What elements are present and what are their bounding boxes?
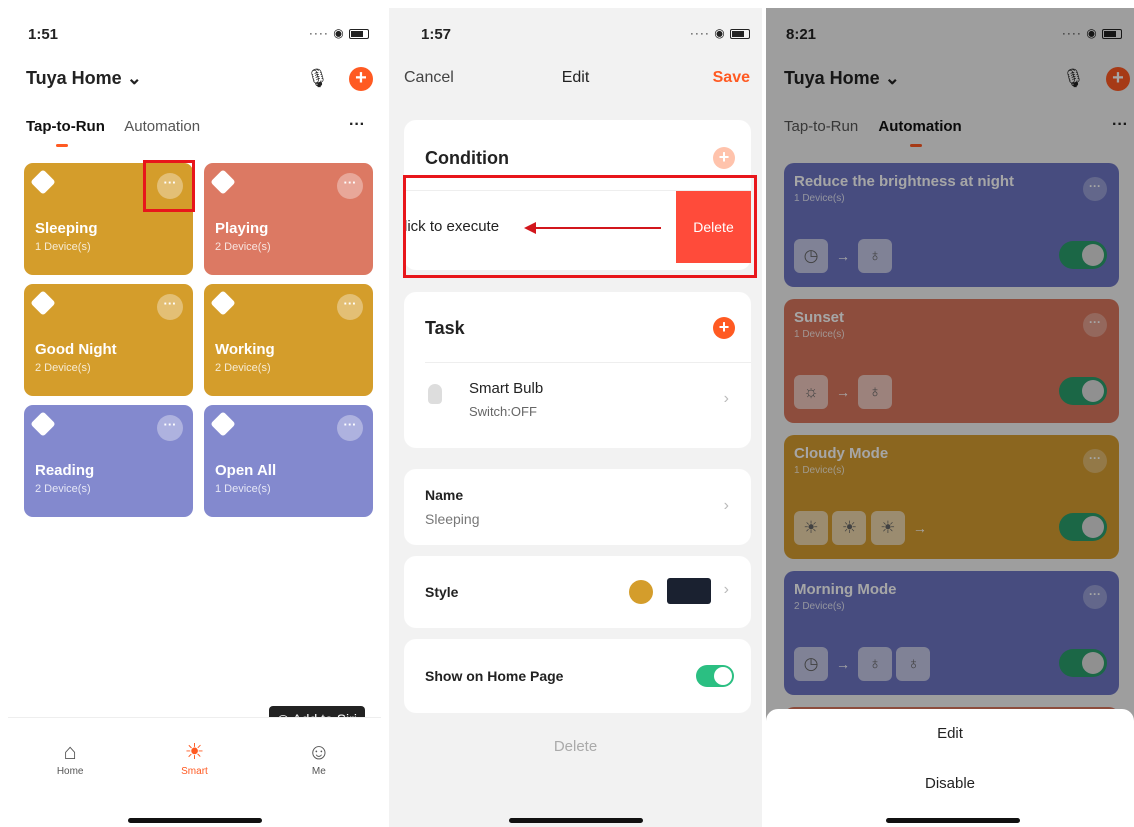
- device-state: Switch:OFF: [469, 404, 537, 419]
- scene-name: Playing: [215, 220, 269, 237]
- tab-tap-to-run[interactable]: Tap-to-Run: [26, 118, 105, 135]
- task-title: Task: [425, 318, 465, 338]
- delete-scene-button[interactable]: Delete: [389, 738, 762, 755]
- scene-name: Working: [215, 341, 275, 358]
- home-selector[interactable]: Tuya Home ⌄: [26, 68, 142, 89]
- show-home-label: Show on Home Page: [425, 668, 564, 684]
- scene-card-open-all[interactable]: ··· Open All 1 Device(s): [204, 405, 373, 517]
- scene-name: Sleeping: [35, 220, 98, 237]
- bottom-nav: ⌂ Home ☀ Smart ☺ Me: [8, 717, 381, 797]
- name-label: Name: [425, 487, 464, 503]
- name-row[interactable]: Name Sleeping ›: [404, 469, 751, 545]
- highlight-box: [403, 175, 757, 278]
- tag-icon: [210, 290, 236, 316]
- edit-scene-screen: 1:57 ···· ◉ Cancel Edit Save Condition +…: [389, 8, 762, 827]
- tab-automation[interactable]: Automation: [124, 118, 200, 135]
- task-section: Task + Smart Bulb Switch:OFF ›: [404, 292, 751, 448]
- battery-icon: [349, 28, 369, 39]
- add-condition-button[interactable]: +: [713, 147, 735, 169]
- tag-icon: [30, 169, 56, 195]
- status-icons: ···· ◉: [309, 26, 369, 40]
- more-options-button[interactable]: ···: [157, 294, 183, 320]
- scene-device-count: 2 Device(s): [215, 241, 271, 253]
- name-value: Sleeping: [425, 511, 480, 527]
- scene-card-reading[interactable]: ··· Reading 2 Device(s): [24, 405, 193, 517]
- scene-device-count: 1 Device(s): [35, 241, 91, 253]
- scene-card-good-night[interactable]: ··· Good Night 2 Device(s): [24, 284, 193, 396]
- chevron-right-icon: ›: [723, 581, 729, 598]
- chevron-right-icon: ›: [723, 497, 729, 514]
- status-time: 1:51: [28, 26, 59, 43]
- scene-device-count: 2 Device(s): [35, 483, 91, 495]
- save-button[interactable]: Save: [713, 69, 750, 87]
- battery-icon: [730, 28, 750, 39]
- nav-label: Me: [311, 766, 326, 777]
- scene-device-count: 2 Device(s): [35, 362, 91, 374]
- more-options-button[interactable]: ···: [157, 415, 183, 441]
- show-home-toggle[interactable]: [696, 665, 734, 687]
- nav-label: Home: [56, 766, 84, 777]
- scene-card-working[interactable]: ··· Working 2 Device(s): [204, 284, 373, 396]
- microphone-icon[interactable]: 🎙: [306, 68, 329, 90]
- nav-home[interactable]: ⌂ Home: [30, 738, 110, 777]
- style-row[interactable]: Style ›: [404, 556, 751, 628]
- scene-name: Open All: [215, 462, 277, 479]
- nav-label: Smart: [181, 766, 208, 777]
- page-title: Edit: [561, 69, 590, 86]
- tag-icon: [210, 169, 236, 195]
- scene-device-count: 2 Device(s): [215, 362, 271, 374]
- nav-smart[interactable]: ☀ Smart: [154, 738, 234, 777]
- chevron-right-icon[interactable]: ›: [724, 390, 729, 408]
- scene-tabs: Tap-to-Run Automation: [26, 118, 216, 135]
- show-home-row: Show on Home Page: [404, 639, 751, 713]
- home-indicator: [128, 818, 262, 823]
- disable-option[interactable]: Disable: [766, 759, 1134, 809]
- nav-me[interactable]: ☺ Me: [279, 738, 359, 777]
- add-task-button[interactable]: +: [713, 317, 735, 339]
- background-thumbnail: [667, 578, 711, 604]
- tag-icon: [30, 290, 56, 316]
- scene-device-count: 1 Device(s): [215, 483, 271, 495]
- sun-icon: ☀: [184, 739, 205, 764]
- highlight-box: [143, 160, 195, 212]
- style-label: Style: [425, 584, 459, 600]
- status-icons: ···· ◉: [690, 26, 750, 40]
- more-options-button[interactable]: ···: [337, 173, 363, 199]
- scene-card-playing[interactable]: ··· Playing 2 Device(s): [204, 163, 373, 275]
- user-icon: ☺: [307, 739, 331, 764]
- tag-icon: [30, 411, 56, 437]
- bulb-icon: [428, 384, 442, 404]
- condition-title: Condition: [425, 148, 509, 168]
- home-indicator: [886, 818, 1020, 823]
- more-options-button[interactable]: ···: [337, 415, 363, 441]
- automation-screen: 8:21 ···· ◉ Tuya Home ⌄ 🎙 + Tap-to-Run A…: [766, 8, 1134, 827]
- modal-overlay[interactable]: [766, 8, 1134, 827]
- scene-name: Good Night: [35, 341, 117, 358]
- home-indicator: [509, 818, 643, 823]
- more-icon[interactable]: ···: [349, 116, 365, 134]
- device-name: Smart Bulb: [469, 380, 544, 397]
- more-options-button[interactable]: ···: [337, 294, 363, 320]
- tap-to-run-screen: 1:51 ···· ◉ Tuya Home ⌄ 🎙 + Tap-to-Run A…: [8, 8, 381, 827]
- scene-name: Reading: [35, 462, 95, 479]
- home-icon: ⌂: [63, 739, 77, 764]
- tag-icon: [210, 411, 236, 437]
- edit-option[interactable]: Edit: [766, 709, 1134, 759]
- status-time: 1:57: [421, 26, 452, 43]
- tag-color-icon: [629, 580, 653, 604]
- divider: [425, 362, 751, 363]
- add-button[interactable]: +: [349, 67, 373, 91]
- action-sheet: Edit Disable: [766, 709, 1134, 827]
